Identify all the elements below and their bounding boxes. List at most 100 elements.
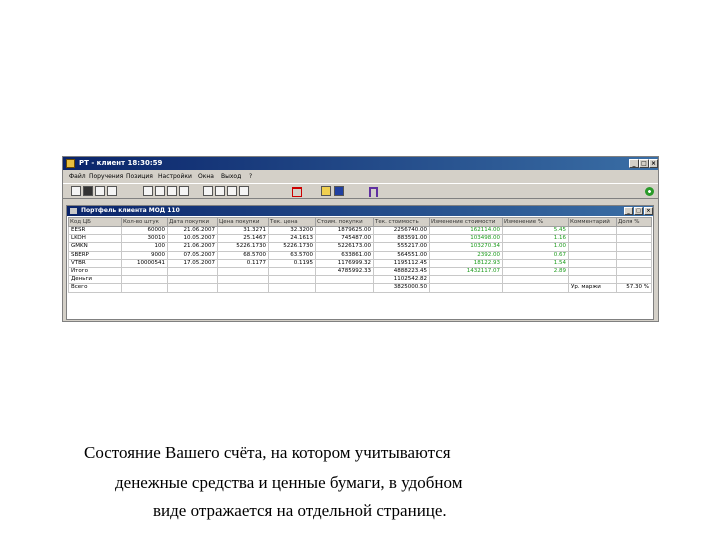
refresh-icon[interactable] [227,186,237,196]
table-row[interactable]: SBERP 9000 07.05.2007 68.5700 63.5700 633861.… [68,250,652,260]
table-cell: 883591.00 [373,234,430,244]
column-header[interactable]: Изменение % [502,217,569,227]
portfolio-minimize-button[interactable]: _ [624,207,633,215]
table-cell [268,275,316,285]
menu-file[interactable]: Файл [69,173,86,180]
folder-icon[interactable] [321,186,331,196]
table-cell: VTBR [68,258,122,268]
red-report-icon[interactable] [291,186,302,197]
table-cell: 1.00 [502,242,569,252]
table-cell: 5.45 [502,225,569,236]
table-cell [167,266,218,277]
table-cell: 564551.00 [373,250,430,260]
trades-icon[interactable] [107,186,117,196]
column-header[interactable]: Комментарий [568,217,617,227]
table-cell: 10.05.2007 [167,234,218,244]
export-icon[interactable] [215,186,225,196]
table-cell: 17.05.2007 [167,258,218,268]
menu-settings[interactable]: Настройки [158,173,192,180]
table-header-row: Код ЦБ Кол-во штук Дата покупки Цена покупк… [68,217,652,227]
table-cell: 162114.00 [429,225,503,236]
lock-icon[interactable] [367,186,378,197]
column-header[interactable]: Код ЦБ [68,217,122,227]
table-cell: Всего [68,283,122,293]
table-cell [568,275,617,285]
table-cell [568,234,617,244]
connection-icon[interactable] [645,187,654,196]
import-icon[interactable] [203,186,213,196]
table-cell [616,250,652,260]
table-cell: 1432117.07 [429,266,503,277]
column-header[interactable]: Тек. цена [268,217,316,227]
orders-list-icon[interactable] [95,186,105,196]
table-row[interactable]: Всего 3825000.50 Ур. маржи 57.30 % [68,283,652,293]
table-row[interactable]: Деньги 1102542.82 [68,275,652,285]
cancel-order-icon[interactable] [83,186,93,196]
table-cell [429,275,503,285]
column-header[interactable]: Тек. стоимость [373,217,430,227]
table-cell [568,250,617,260]
menu-help[interactable]: ? [249,173,252,180]
menu-bar: Файл Поручения Позиция Настройки Окна Вы… [63,171,658,182]
table-cell [568,225,617,236]
print-icon[interactable] [179,186,189,196]
table-cell [616,234,652,244]
caption-line-1: Состояние Вашего счёта, на котором учиты… [84,443,451,462]
table-cell: 633861.00 [315,250,374,260]
maximize-button[interactable]: □ [639,159,649,168]
new-order-icon[interactable] [71,186,81,196]
quotes-icon[interactable] [155,186,165,196]
portfolio-title: Портфель клиента МОД 110 [81,207,180,214]
column-header[interactable]: Стоим. покупки [315,217,374,227]
menu-exit[interactable]: Выход [221,173,241,180]
settings-icon[interactable] [239,186,249,196]
table-cell: 0.1177 [217,258,269,268]
portfolio-close-button[interactable]: × [644,207,653,215]
table-cell: 0.1195 [268,258,316,268]
portfolio-maximize-button[interactable]: □ [634,207,643,215]
table-cell: 5226.1730 [268,242,316,252]
table-cell: 1.54 [502,258,569,268]
portfolio-window-icon [70,208,77,214]
table-cell: LKOH [68,234,122,244]
app-title-bar[interactable]: PT - клиент 18:30:59 _ □ × [63,157,658,170]
table-cell: GMKN [68,242,122,252]
table-cell: 1879625.00 [315,225,374,236]
table-row[interactable]: LKOH 30010 10.05.2007 25.1467 24.1613 745487.… [68,234,652,244]
table-cell: 2392.00 [429,250,503,260]
table-cell [568,266,617,277]
save-icon[interactable] [334,186,344,196]
minimize-button[interactable]: _ [629,159,639,168]
column-header[interactable]: Доля % [616,217,652,227]
table-cell: Деньги [68,275,122,285]
portfolio-title-bar[interactable]: Портфель клиента МОД 110 _ □ × [67,206,653,216]
menu-position[interactable]: Позиция [126,173,153,180]
table-cell: 2256740.00 [373,225,430,236]
table-row[interactable]: Итого 4785992.33 4888223.45 1432117.07 2.89 [68,266,652,277]
table-cell: 1.16 [502,234,569,244]
table-cell: 103270.34 [429,242,503,252]
table-row[interactable]: VTBR 10000541 17.05.2007 0.1177 0.1195 117699… [68,258,652,268]
menu-windows[interactable]: Окна [198,173,214,180]
table-cell: 3825000.50 [373,283,430,293]
column-header[interactable]: Цена покупки [217,217,269,227]
close-button[interactable]: × [649,159,658,168]
table-row[interactable]: EESR 60000 21.06.2007 31.3271 32.3200 1879625… [68,225,652,236]
table-cell [268,266,316,277]
column-header[interactable]: Дата покупки [167,217,218,227]
portfolio-icon[interactable] [143,186,153,196]
table-cell [616,266,652,277]
table-cell: 100 [121,242,168,252]
chart-icon[interactable] [167,186,177,196]
menu-orders[interactable]: Поручения [89,173,123,180]
table-row[interactable]: GMKN 100 21.06.2007 5226.1730 5226.1730 52261… [68,242,652,252]
column-header[interactable]: Кол-во штук [121,217,168,227]
table-cell [121,283,168,293]
table-cell: 0.67 [502,250,569,260]
table-cell [121,275,168,285]
table-cell: 4785992.33 [315,266,374,277]
table-cell: 2.89 [502,266,569,277]
table-cell [217,283,269,293]
column-header[interactable]: Изменение стоимости [429,217,503,227]
table-cell: 63.5700 [268,250,316,260]
